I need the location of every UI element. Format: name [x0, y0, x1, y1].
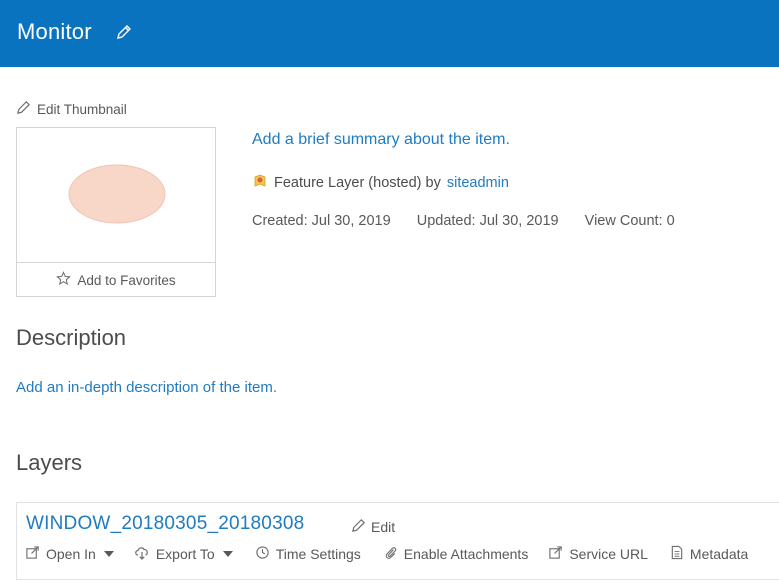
service-url-button[interactable]: Service URL [548, 545, 648, 563]
clock-icon [255, 545, 270, 563]
chevron-down-icon [103, 551, 114, 557]
star-icon [56, 271, 72, 289]
metadata-button[interactable]: Metadata [670, 545, 748, 563]
description-heading: Description [16, 325, 127, 350]
add-description-link[interactable]: Add an in-depth description of the item. [16, 379, 277, 396]
enable-attachments-button[interactable]: Enable Attachments [383, 545, 529, 563]
add-to-favorites-button[interactable]: Add to Favorites [17, 262, 215, 297]
pencil-icon [351, 518, 366, 536]
enable-attachments-label: Enable Attachments [403, 546, 529, 562]
edit-thumbnail-link[interactable]: Edit Thumbnail [16, 100, 127, 118]
item-metadata-line: Created: Jul 30, 2019 Updated: Jul 30, 2… [252, 213, 675, 229]
chevron-down-icon [222, 551, 233, 557]
item-type-line: Feature Layer (hosted) by siteadmin [252, 173, 509, 193]
export-to-label: Export To [155, 546, 215, 562]
add-summary-link[interactable]: Add a brief summary about the item. [252, 131, 510, 149]
service-url-label: Service URL [569, 546, 648, 562]
owner-link[interactable]: siteadmin [447, 175, 509, 191]
time-settings-button[interactable]: Time Settings [255, 545, 361, 563]
open-in-icon [25, 545, 40, 563]
thumbnail-image [17, 128, 215, 261]
open-in-label: Open In [46, 546, 96, 562]
page-header: Monitor [0, 0, 779, 67]
created-date: Created: Jul 30, 2019 [252, 213, 391, 229]
layer-edit-button[interactable]: Edit [351, 518, 395, 536]
layers-heading: Layers [16, 450, 83, 475]
layer-edit-label: Edit [371, 519, 396, 535]
item-type-text: Feature Layer (hosted) by [274, 175, 441, 191]
view-count: View Count: 0 [584, 213, 675, 229]
time-settings-label: Time Settings [275, 546, 361, 562]
edit-thumbnail-label: Edit Thumbnail [37, 101, 127, 117]
export-to-dropdown[interactable]: Export To [134, 545, 233, 563]
pencil-icon [16, 100, 31, 118]
metadata-label: Metadata [689, 546, 749, 562]
add-to-favorites-label: Add to Favorites [77, 272, 176, 288]
open-in-dropdown[interactable]: Open In [25, 545, 114, 563]
layer-card: WINDOW_20180305_20180308 Edit Open In Ex… [16, 502, 779, 580]
layer-actions-bar: Open In Export To Time Settings Enable A… [25, 545, 748, 563]
cloud-download-icon [134, 545, 150, 563]
document-icon [670, 545, 684, 563]
paperclip-icon [383, 545, 398, 563]
feature-layer-icon [252, 173, 268, 193]
edit-title-pencil-icon[interactable] [116, 24, 132, 45]
updated-date: Updated: Jul 30, 2019 [416, 213, 559, 229]
share-icon [548, 545, 563, 563]
layer-name-link[interactable]: WINDOW_20180305_20180308 [26, 513, 304, 535]
item-title: Monitor [17, 19, 92, 44]
thumbnail-card: Add to Favorites [16, 127, 216, 297]
